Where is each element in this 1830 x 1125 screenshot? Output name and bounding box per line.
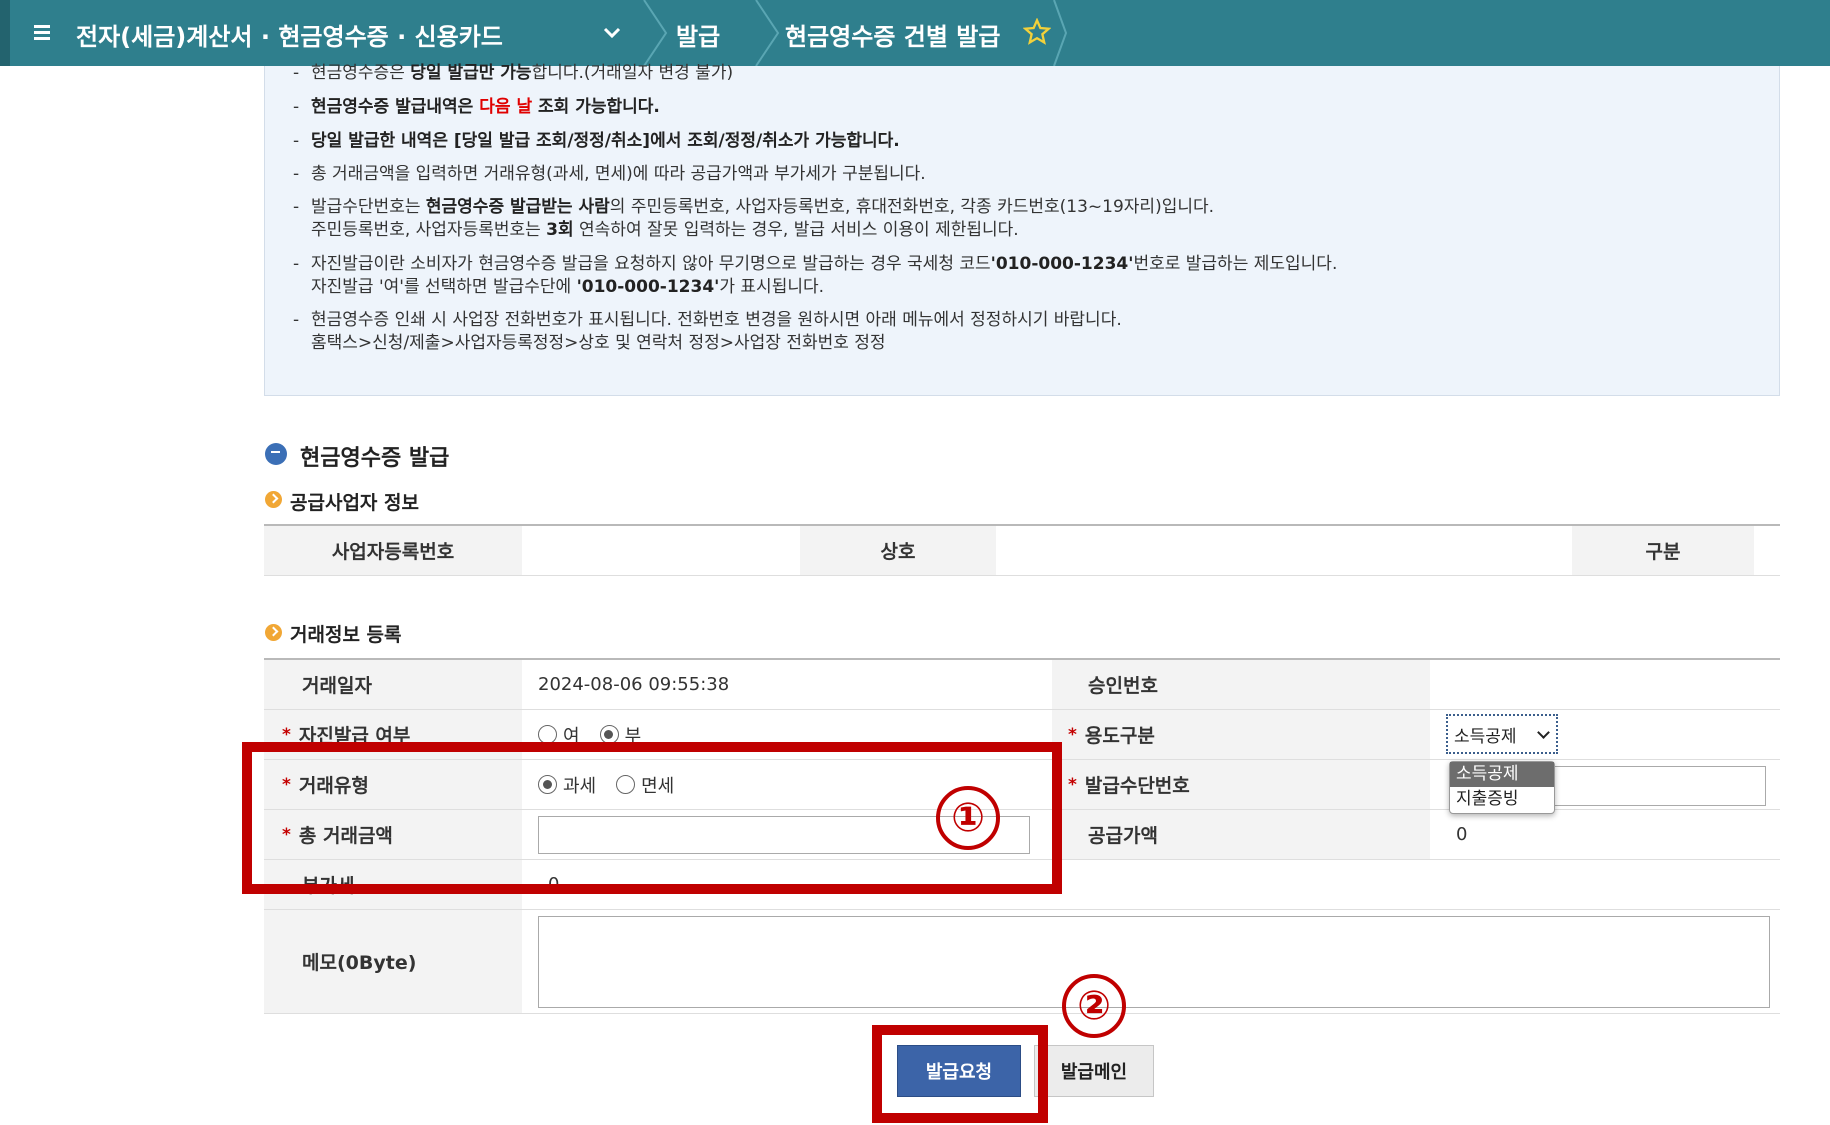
- usage-type-label: * 용도구분: [1052, 710, 1430, 759]
- issue-means-input[interactable]: [1548, 766, 1766, 806]
- chevron-down-icon[interactable]: [600, 21, 624, 45]
- hamburger-menu-icon[interactable]: [30, 18, 58, 46]
- breadcrumb-separator-icon: [643, 0, 668, 66]
- notice-line: 홈택스>신청/제출>사업자등록정정>상호 및 연락처 정정>사업장 전화번호 정…: [311, 333, 886, 353]
- memo-textarea[interactable]: [538, 916, 1770, 1008]
- supplier-info-title: 공급사업자 정보: [290, 492, 419, 514]
- breadcrumb-separator-icon: [755, 0, 780, 66]
- chevron-down-icon: [1537, 726, 1550, 739]
- section-bullet-icon: [265, 443, 287, 465]
- menu-category-title[interactable]: 전자(세금)계산서 · 현금영수증 · 신용카드: [76, 17, 503, 52]
- usage-option-expense-proof[interactable]: 지출증빙: [1450, 787, 1554, 812]
- trade-date-label: 거래일자: [264, 660, 522, 709]
- table-row: 거래일자 2024-08-06 09:55:38 승인번호: [264, 660, 1780, 710]
- supply-value-label: 공급가액: [1052, 810, 1430, 859]
- subsection-bullet-icon: [265, 491, 282, 508]
- notice-line: 주민등록번호, 사업자등록번호는 3회 연속하여 잘못 입력하는 경우, 발급 …: [311, 220, 1019, 240]
- annotation-number-1: ①: [936, 786, 1000, 850]
- supplier-info-table: 사업자등록번호 상호 구분: [264, 524, 1780, 576]
- usage-option-income-deduction[interactable]: 소득공제: [1450, 762, 1554, 787]
- company-name-value: [996, 526, 1572, 575]
- usage-type-select[interactable]: 소득공제: [1446, 714, 1558, 754]
- notice-line: - 현금영수증 발급내역은 다음 날 조회 가능합니다.: [293, 97, 660, 117]
- breadcrumb-separator-icon: [1053, 0, 1068, 66]
- business-type-label: 구분: [1572, 526, 1754, 575]
- company-name-label: 상호: [800, 526, 996, 575]
- trade-date-value: 2024-08-06 09:55:38: [538, 674, 730, 695]
- annotation-highlight-box: [872, 1025, 1048, 1123]
- usage-type-dropdown: 소득공제 지출증빙: [1449, 761, 1555, 814]
- section-title: 현금영수증 발급: [300, 446, 450, 471]
- subsection-bullet-icon: [265, 624, 282, 641]
- approval-no-value: [1430, 660, 1780, 709]
- topbar-accent: [0, 0, 10, 66]
- table-row: 사업자등록번호 상호 구분: [264, 526, 1780, 576]
- notice-line: - 자진발급이란 소비자가 현금영수증 발급을 요청하지 않아 무기명으로 발급하…: [293, 254, 1338, 274]
- issue-main-button[interactable]: 발급메인: [1034, 1045, 1154, 1097]
- approval-no-label: 승인번호: [1052, 660, 1430, 709]
- memo-label: 메모(0Byte): [264, 910, 522, 1013]
- notice-box: - 현금영수증은 당일 발급만 가능합니다.(거래일자 변경 불가) - 현금영수증…: [264, 63, 1780, 396]
- notice-line: - 현금영수증 인쇄 시 사업장 전화번호가 표시됩니다. 전화번호 변경을 원하…: [293, 310, 1122, 330]
- page-title: 현금영수증 건별 발급: [785, 23, 1001, 51]
- notice-line: 자진발급 '여'를 선택하면 발급수단에 '010-000-1234'가 표시됩…: [311, 277, 825, 297]
- notice-line: - 당일 발급한 내역은 [당일 발급 조회/정정/취소]에서 조회/정정/취소가…: [293, 131, 900, 151]
- favorite-star-icon[interactable]: [1023, 18, 1051, 46]
- supply-value: 0: [1456, 824, 1468, 845]
- notice-line: - 현금영수증은 당일 발급만 가능합니다.(거래일자 변경 불가): [293, 63, 734, 83]
- biz-no-label: 사업자등록번호: [264, 526, 522, 575]
- business-type-value: [1754, 526, 1780, 575]
- notice-line: -총 거래금액을 입력하면 거래유형(과세, 면세)에 따라 공급가액과 부가세…: [293, 164, 926, 184]
- biz-no-value: [522, 526, 800, 575]
- notice-line: - 발급수단번호는 현금영수증 발급받는 사람의 주민등록번호, 사업자등록번호,…: [293, 197, 1215, 217]
- breadcrumb-issue[interactable]: 발급: [676, 17, 720, 52]
- top-navigation-bar: 전자(세금)계산서 · 현금영수증 · 신용카드 발급 현금영수증 건별 발급: [0, 0, 1830, 66]
- trade-info-title: 거래정보 등록: [290, 624, 402, 646]
- issue-means-label: * 발급수단번호: [1052, 760, 1430, 809]
- annotation-number-2: ②: [1062, 974, 1126, 1038]
